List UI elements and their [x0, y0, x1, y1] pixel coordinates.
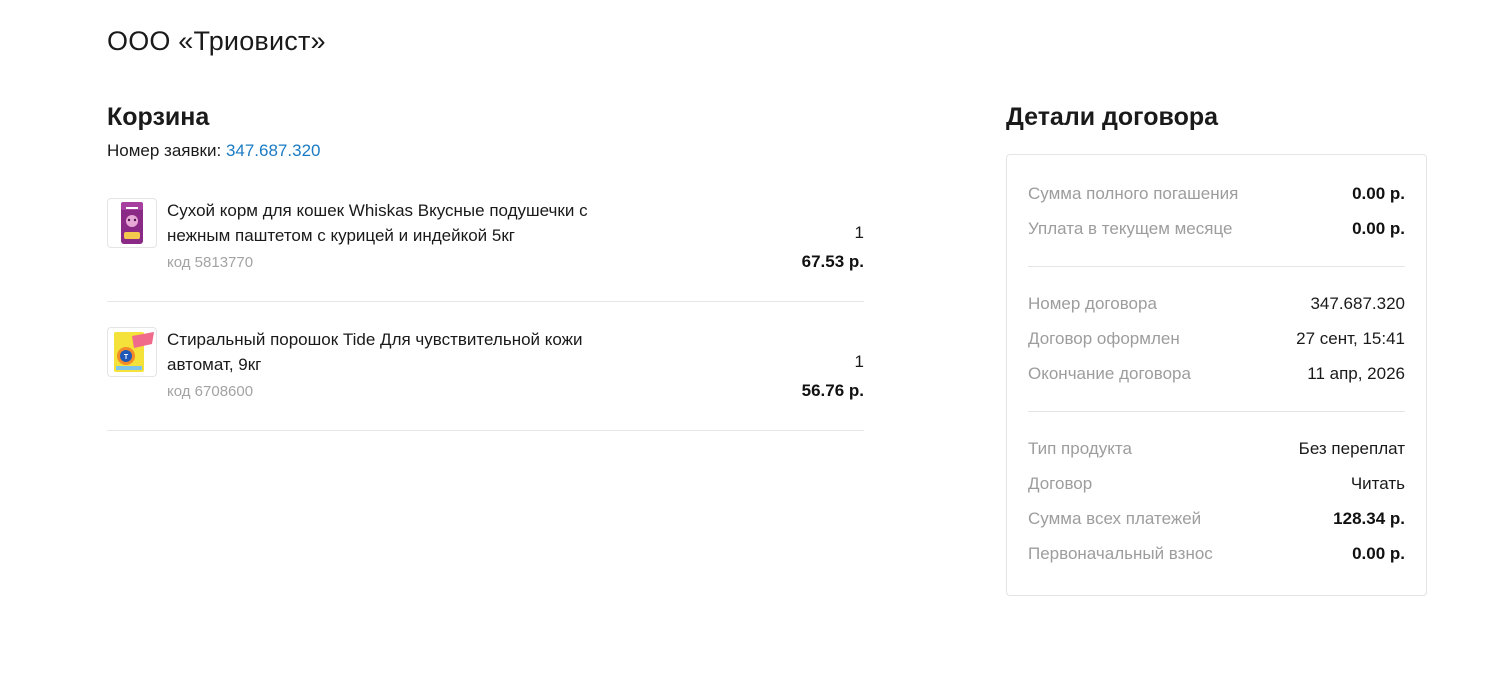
cart-item-quantity: 1: [854, 223, 864, 242]
read-contract-link[interactable]: Читать: [1351, 474, 1405, 494]
detail-label: Первоначальный взнос: [1028, 543, 1213, 563]
cart-item: T Стиральный порошок Tide Для чувствител…: [107, 327, 864, 431]
detail-label: Договор оформлен: [1028, 328, 1180, 348]
detail-row-down-payment: Первоначальный взнос 0.00 р.: [1028, 536, 1405, 571]
detail-label: Номер договора: [1028, 293, 1157, 313]
order-number-line: Номер заявки: 347.687.320: [107, 140, 864, 162]
detergent-box-icon[interactable]: T: [107, 327, 157, 377]
cat-food-bag-icon[interactable]: [107, 198, 157, 248]
cart-title: Корзина: [107, 103, 210, 131]
payment-summary-group: Сумма полного погашения 0.00 р. Уплата в…: [1028, 174, 1405, 248]
detail-value: 0.00 р.: [1352, 543, 1405, 563]
detail-label: Окончание договора: [1028, 363, 1191, 383]
svg-text:T: T: [124, 354, 129, 361]
product-info-group: Тип продукта Без переплат Договор Читать…: [1028, 411, 1405, 573]
contract-info-group: Номер договора 347.687.320 Договор оформ…: [1028, 266, 1405, 393]
detail-label: Тип продукта: [1028, 438, 1132, 458]
company-name: ООО «Триовист»: [107, 26, 326, 56]
detail-value: 27 сент, 15:41: [1296, 328, 1405, 348]
cart-item-code: код 5813770: [167, 254, 254, 271]
detail-value: Без переплат: [1298, 438, 1405, 458]
detail-row-contract-date: Договор оформлен 27 сент, 15:41: [1028, 321, 1405, 356]
detail-row-total-payments: Сумма всех платежей 128.34 р.: [1028, 501, 1405, 536]
contract-details-title: Детали договора: [1006, 103, 1219, 131]
order-number-link[interactable]: 347.687.320: [226, 141, 321, 160]
detail-row-product-type: Тип продукта Без переплат: [1028, 431, 1405, 466]
detail-label: Сумма полного погашения: [1028, 183, 1239, 203]
detail-label: Уплата в текущем месяце: [1028, 218, 1233, 238]
detail-row-current-month-payment: Уплата в текущем месяце 0.00 р.: [1028, 211, 1405, 246]
cart-item-name[interactable]: Стиральный порошок Tide Для чувствительн…: [167, 327, 637, 377]
detail-value: 0.00 р.: [1352, 183, 1405, 203]
cart-items-list: Сухой корм для кошек Whiskas Вкусные под…: [107, 198, 864, 431]
cart-item-price: 56.76 р.: [801, 381, 864, 400]
contract-details-section: Детали договора Сумма полного погашения …: [1006, 101, 1427, 596]
detail-value: 0.00 р.: [1352, 218, 1405, 238]
detail-value: 347.687.320: [1310, 293, 1405, 313]
detail-value: 11 апр, 2026: [1307, 363, 1405, 383]
detail-label: Сумма всех платежей: [1028, 508, 1202, 528]
detail-row-contract-document: Договор Читать: [1028, 466, 1405, 501]
order-number-label: Номер заявки:: [107, 141, 222, 160]
page: ООО «Триовист» Корзина Номер заявки: 347…: [0, 0, 1505, 675]
detail-value: 128.34 р.: [1333, 508, 1405, 528]
cart-section: Корзина Номер заявки: 347.687.320 Сухой …: [107, 101, 864, 431]
cart-item: Сухой корм для кошек Whiskas Вкусные под…: [107, 198, 864, 302]
detail-row-contract-end: Окончание договора 11 апр, 2026: [1028, 356, 1405, 391]
cart-item-name[interactable]: Сухой корм для кошек Whiskas Вкусные под…: [167, 198, 637, 248]
detail-row-full-repayment: Сумма полного погашения 0.00 р.: [1028, 176, 1405, 211]
detail-label: Договор: [1028, 473, 1093, 493]
cart-item-code: код 6708600: [167, 383, 254, 400]
cart-item-quantity: 1: [854, 352, 864, 371]
detail-row-contract-number: Номер договора 347.687.320: [1028, 286, 1405, 321]
contract-details-card: Сумма полного погашения 0.00 р. Уплата в…: [1006, 154, 1427, 596]
cart-item-price: 67.53 р.: [801, 252, 864, 271]
